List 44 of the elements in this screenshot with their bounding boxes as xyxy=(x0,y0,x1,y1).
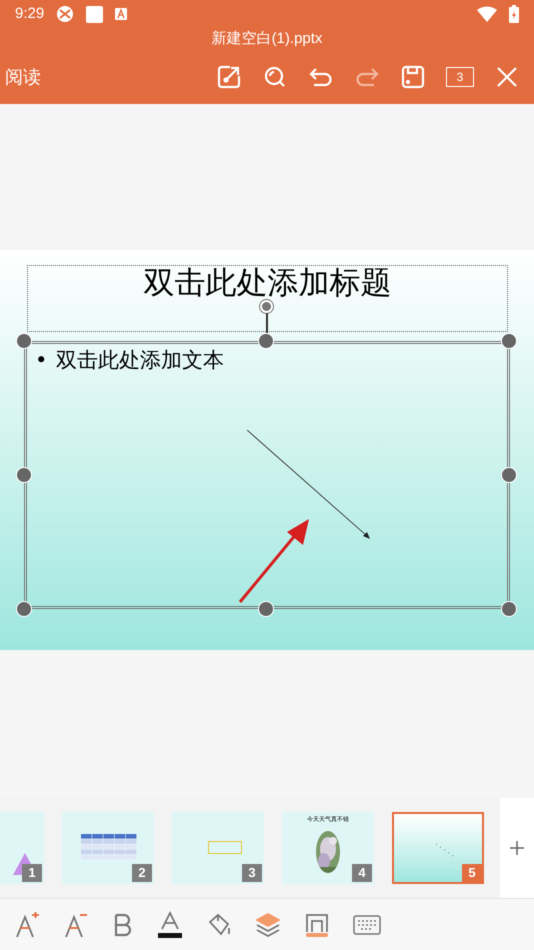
rotate-handle[interactable] xyxy=(260,300,273,313)
square-icon xyxy=(86,6,104,22)
fill-bucket-icon[interactable] xyxy=(206,912,232,938)
resize-handle[interactable] xyxy=(16,333,32,349)
resize-handle[interactable] xyxy=(258,333,274,349)
save-icon[interactable] xyxy=(400,64,426,90)
resize-handle[interactable] xyxy=(258,601,274,617)
edit-icon[interactable] xyxy=(216,64,242,90)
resize-handle[interactable] xyxy=(16,467,32,483)
slide-thumbnail[interactable]: 3 xyxy=(172,812,264,884)
resize-handle[interactable] xyxy=(501,601,517,617)
wifi-icon xyxy=(477,6,497,22)
slide-number: 5 xyxy=(462,864,482,882)
app-icon xyxy=(115,8,128,20)
resize-handle[interactable] xyxy=(16,601,32,617)
resize-handle[interactable] xyxy=(501,467,517,483)
font-color-icon[interactable] xyxy=(157,910,183,938)
layers-icon[interactable] xyxy=(255,912,281,938)
battery-icon xyxy=(509,5,519,23)
table-drawing xyxy=(81,834,137,860)
app-icon xyxy=(56,5,74,23)
clock: 9:29 xyxy=(15,4,44,24)
text-box-drawing xyxy=(208,841,242,854)
slide-thumbnail[interactable]: 5 xyxy=(392,812,484,884)
slide-thumbnail[interactable]: 1 xyxy=(0,812,44,884)
page-count-button[interactable]: 3 xyxy=(446,67,474,87)
slide-number: 2 xyxy=(132,864,152,882)
document-title: 新建空白(1).pptx xyxy=(212,28,322,49)
font-increase-icon[interactable] xyxy=(14,912,40,938)
bullet: • xyxy=(35,347,48,374)
keyboard-icon[interactable] xyxy=(353,914,381,934)
body-text: 双击此处添加文本 xyxy=(56,347,224,374)
read-mode-button[interactable]: 阅读 xyxy=(5,64,41,90)
text-box-icon[interactable] xyxy=(304,912,330,938)
resize-handle[interactable] xyxy=(501,333,517,349)
line-drawing xyxy=(436,844,456,858)
title-text: 双击此处添加标题 xyxy=(144,268,392,299)
font-decrease-icon[interactable] xyxy=(63,912,89,938)
slide-number: 1 xyxy=(22,864,42,882)
bold-icon[interactable] xyxy=(112,912,134,938)
slide-thumbnail[interactable]: 2 xyxy=(62,812,154,884)
slide-number: 3 xyxy=(242,864,262,882)
slide-number: 4 xyxy=(352,864,372,882)
add-icon[interactable] xyxy=(510,841,524,855)
